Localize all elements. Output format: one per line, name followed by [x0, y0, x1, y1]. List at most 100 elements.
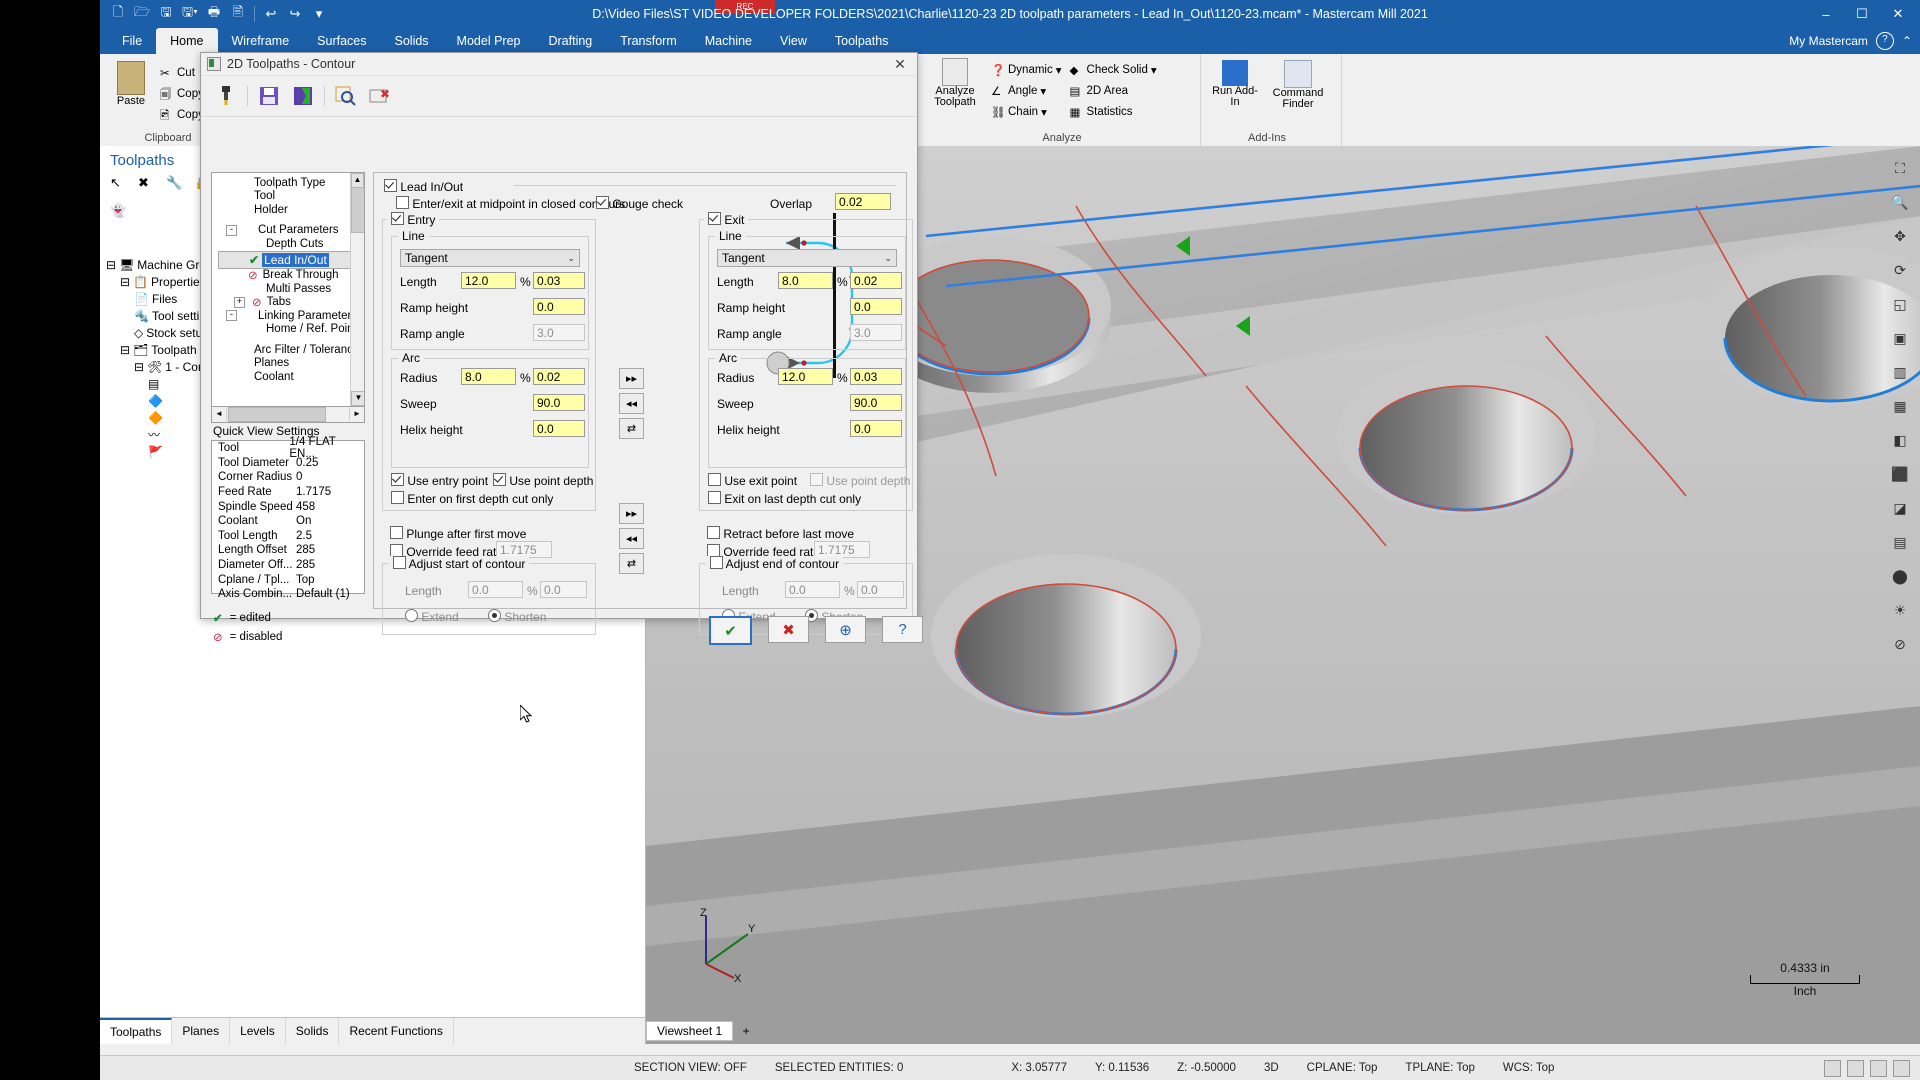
- tab-recent-functions-pane[interactable]: Recent Functions: [339, 1018, 454, 1044]
- cut-button[interactable]: ✂ Cut: [160, 63, 204, 82]
- tab-toolpaths-pane[interactable]: Toolpaths: [100, 1018, 173, 1044]
- checkbox-box[interactable]: [708, 473, 721, 486]
- tab-machine[interactable]: Machine: [691, 28, 766, 54]
- cancel-button[interactable]: ✖: [768, 616, 809, 643]
- analyze-dynamic-button[interactable]: ❓ Dynamic ▾: [991, 60, 1062, 79]
- maximize-button[interactable]: ☐: [1844, 1, 1880, 27]
- expander-icon[interactable]: ⊟: [106, 258, 116, 272]
- param-tree-item-arc-filter-tolerance[interactable]: Arc Filter / Tolerance: [218, 343, 364, 357]
- checkbox-box[interactable]: [384, 179, 397, 192]
- status-cplane[interactable]: CPLANE: Top: [1293, 1062, 1392, 1074]
- param-tree-item-holder[interactable]: Holder: [218, 203, 364, 217]
- expander-icon[interactable]: -: [226, 310, 237, 322]
- copy-exit-to-entry-button[interactable]: ◂◂: [619, 393, 644, 414]
- param-tree-item-toolpath-type[interactable]: Toolpath Type: [218, 176, 364, 190]
- isometric-view-icon[interactable]: ◱: [1884, 288, 1916, 320]
- tab-solids[interactable]: Solids: [381, 28, 443, 54]
- clear-colors-icon[interactable]: ⊘: [1884, 628, 1916, 660]
- reset-parameters-icon[interactable]: ✖: [367, 83, 393, 109]
- copy-adjust-start-to-end-button[interactable]: ▸▸: [619, 503, 644, 524]
- tab-transform[interactable]: Transform: [606, 28, 691, 54]
- param-tree-item-lead-in-out[interactable]: ✔ Lead In/Out: [218, 250, 364, 269]
- entry-radius-percent-input[interactable]: 8.0: [461, 368, 516, 385]
- save-as-defaults-icon[interactable]: [290, 83, 316, 109]
- parameter-tree-vertical-scrollbar[interactable]: ▲ ▼: [350, 173, 364, 406]
- 2d-area-button[interactable]: ▤ 2D Area: [1070, 81, 1157, 100]
- tab-file[interactable]: File: [108, 28, 156, 54]
- ok-button[interactable]: ✔: [709, 616, 752, 645]
- use-entry-point-checkbox[interactable]: Use entry point: [391, 473, 488, 488]
- check-solid-button[interactable]: ◆ Check Solid ▾: [1070, 60, 1157, 79]
- expander-icon[interactable]: ⊟: [134, 360, 144, 374]
- checkbox-box[interactable]: [708, 491, 721, 504]
- analyze-chain-button[interactable]: ⛓ Chain ▾: [991, 102, 1062, 121]
- print-preview-icon[interactable]: 🖹: [226, 3, 250, 25]
- midpoint-checkbox[interactable]: Enter/exit at midpoint in closed contour…: [396, 196, 625, 211]
- levels-visibility-icon[interactable]: ▤: [1884, 526, 1916, 558]
- status-dimension-toggle[interactable]: 3D: [1250, 1062, 1293, 1074]
- checkbox-box[interactable]: [710, 556, 723, 569]
- checkbox-box[interactable]: [391, 491, 404, 504]
- scroll-thumb[interactable]: [351, 187, 364, 233]
- tool-manager-icon[interactable]: [213, 83, 239, 109]
- checkbox-box[interactable]: [493, 473, 506, 486]
- help-icon[interactable]: ?: [1875, 32, 1894, 50]
- exit-radius-percent-input[interactable]: 12.0: [778, 368, 833, 385]
- tab-planes-pane[interactable]: Planes: [172, 1018, 231, 1044]
- exit-ramp-height-input[interactable]: 0.0: [850, 298, 902, 315]
- expander-icon[interactable]: +: [234, 296, 245, 308]
- param-tree-item-tabs[interactable]: + ⊘ Tabs: [218, 296, 364, 309]
- chevron-down-icon[interactable]: ▾: [1056, 63, 1062, 77]
- swap-entry-exit-button[interactable]: ⇄: [619, 418, 644, 439]
- status-section-view[interactable]: SECTION VIEW: OFF: [620, 1062, 761, 1074]
- chevron-down-icon[interactable]: ⌄: [567, 253, 575, 264]
- close-button[interactable]: ✕: [1880, 1, 1916, 27]
- tab-view[interactable]: View: [766, 28, 821, 54]
- entry-length-percent-input[interactable]: 12.0: [461, 272, 516, 289]
- help-button[interactable]: ?: [882, 616, 923, 643]
- param-tree-item-tool[interactable]: Tool: [218, 190, 364, 204]
- scroll-left-icon[interactable]: ◄: [212, 408, 227, 421]
- top-view-icon[interactable]: ▣: [1884, 322, 1916, 354]
- open-icon[interactable]: 🗁: [130, 3, 154, 25]
- copy-image-button[interactable]: 🖻 Copy: [160, 105, 204, 124]
- param-tree-item-planes[interactable]: Planes: [218, 357, 364, 371]
- search-parameters-icon[interactable]: [333, 83, 359, 109]
- expander-icon[interactable]: ⊟: [120, 275, 130, 289]
- scroll-up-icon[interactable]: ▲: [351, 173, 364, 188]
- new-icon[interactable]: 🗋: [106, 3, 130, 25]
- entry-line-type-select[interactable]: Tangent ⌄: [400, 249, 580, 267]
- statistics-button[interactable]: ▦ Statistics: [1070, 102, 1157, 121]
- param-tree-item-linking-parameters[interactable]: - Linking Parameters: [218, 309, 364, 323]
- shaded-icon[interactable]: ⬛: [1884, 458, 1916, 490]
- toggle-display-icon[interactable]: 👻: [110, 203, 128, 221]
- checkbox-box[interactable]: [391, 473, 404, 486]
- exit-sweep-input[interactable]: 90.0: [850, 394, 902, 411]
- rotate-icon[interactable]: ⟳: [1884, 254, 1916, 286]
- paste-button[interactable]: Paste: [108, 61, 154, 124]
- retract-before-last-move-checkbox[interactable]: Retract before last move: [707, 526, 854, 541]
- parameter-tree[interactable]: Toolpath Type Tool Holder - Cut Parameter…: [211, 172, 365, 407]
- analyze-toolpath-button[interactable]: Analyze Toolpath: [927, 58, 983, 121]
- autocursor-icon[interactable]: [1870, 1059, 1887, 1077]
- exit-length-value-input[interactable]: 0.02: [850, 272, 902, 289]
- lead-in-out-checkbox[interactable]: Lead In/Out: [384, 179, 463, 194]
- param-tree-item-coolant[interactable]: Coolant: [218, 370, 364, 384]
- exit-last-depth-cut-checkbox[interactable]: Exit on last depth cut only: [708, 491, 861, 506]
- fit-icon[interactable]: ⛶: [1884, 152, 1916, 184]
- zoom-window-icon[interactable]: 🔍: [1884, 186, 1916, 218]
- chevron-down-icon[interactable]: ▾: [1040, 84, 1046, 98]
- gouge-check-checkbox[interactable]: Gouge check: [596, 196, 683, 211]
- scroll-thumb[interactable]: [228, 407, 326, 422]
- checkbox-box[interactable]: [707, 526, 720, 539]
- tab-surfaces[interactable]: Surfaces: [303, 28, 380, 54]
- param-tree-item-break-through[interactable]: ⊘ Break Through: [218, 269, 364, 282]
- chevron-down-icon[interactable]: ▾: [1041, 105, 1047, 119]
- adjust-start-checkbox[interactable]: Adjust start of contour: [389, 556, 530, 571]
- save-icon[interactable]: 🖫: [154, 3, 178, 25]
- apply-button[interactable]: ⊕: [825, 616, 866, 643]
- param-tree-item-cut-parameters[interactable]: - Cut Parameters: [218, 224, 364, 238]
- exit-checkbox[interactable]: Exit: [704, 212, 749, 227]
- exit-line-type-select[interactable]: Tangent ⌄: [717, 249, 897, 267]
- material-icon[interactable]: ⬤: [1884, 560, 1916, 592]
